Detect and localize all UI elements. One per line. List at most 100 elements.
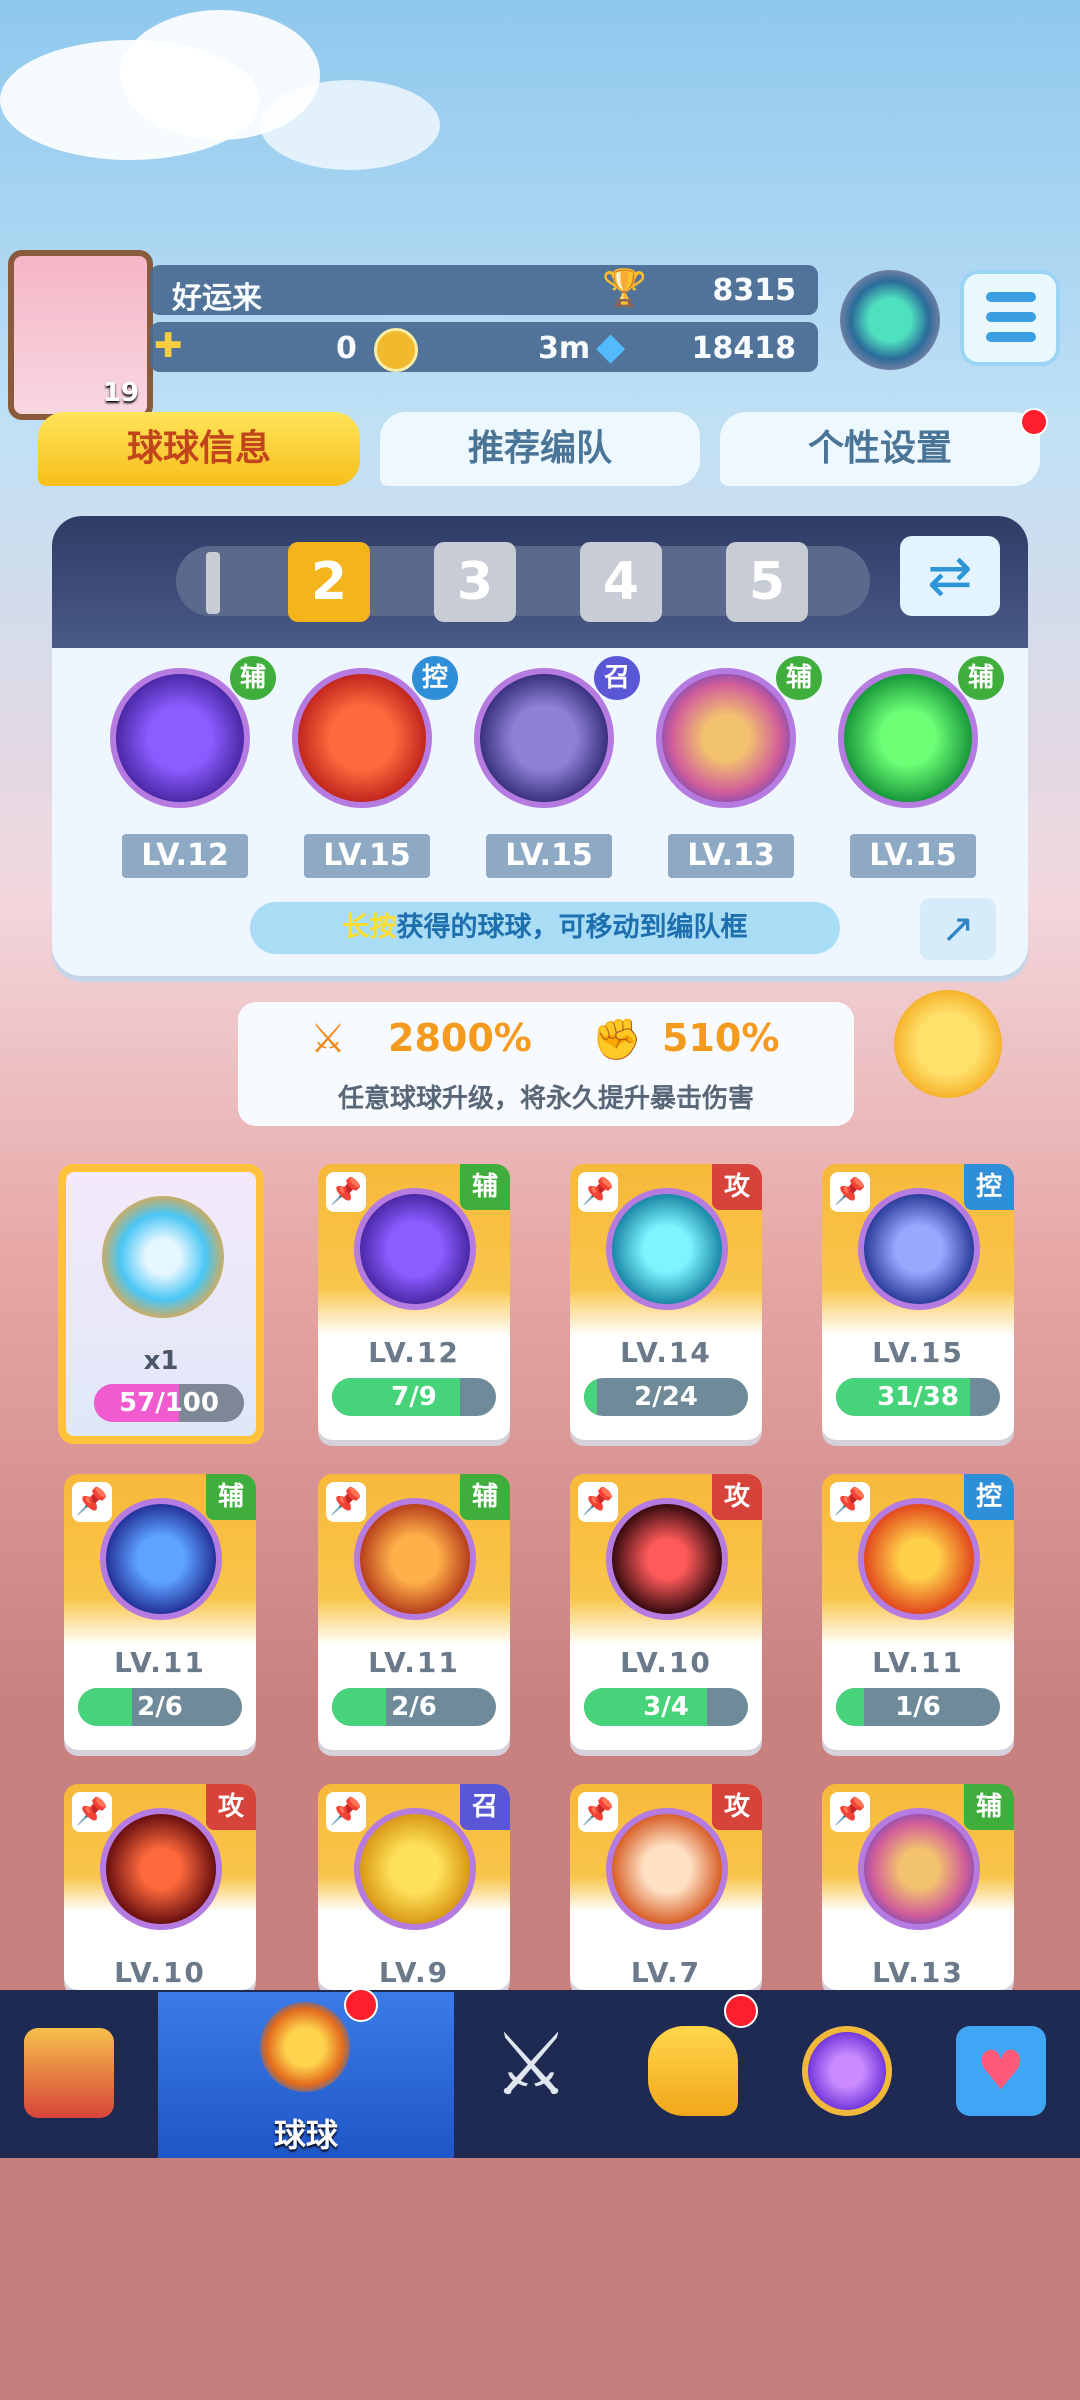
nav-whistle[interactable] (612, 1992, 764, 2158)
trophy-icon: 🏆 (602, 268, 647, 309)
hint-text: 获得的球球，可移动到编队框 (396, 912, 748, 943)
ball-icon (606, 1808, 728, 1930)
upgrade-hammer-icon[interactable] (894, 990, 1002, 1098)
card-progress-text: 3/4 (643, 1692, 689, 1722)
team-ball-lightning[interactable] (110, 668, 250, 808)
card-level: LV.11 (872, 1646, 964, 1679)
nav-shop[interactable] (0, 1992, 152, 2158)
card-tag: 攻 (712, 1164, 762, 1210)
ball-icon (858, 1808, 980, 1930)
team-level: LV.13 (668, 834, 794, 878)
card-level: LV.12 (368, 1336, 460, 1369)
resource-bar: ✚ 0 3m ◆ 18418 (150, 322, 818, 372)
ball-icon (606, 1188, 728, 1310)
card-progress-text: 2/24 (634, 1382, 698, 1412)
team-ball-clones[interactable] (656, 668, 796, 808)
special-count: x1 (143, 1346, 179, 1376)
nav-battle[interactable]: ⚔ (458, 1992, 610, 2158)
tab-personal-settings[interactable]: 个性设置 (720, 412, 1040, 486)
crit-damage-icon: ⚔ (310, 1016, 346, 1062)
nav-balls[interactable]: 球球 (158, 1988, 454, 2158)
slot-3[interactable]: 3 (434, 542, 516, 622)
pin-icon[interactable]: 📌 (830, 1482, 870, 1522)
pin-icon[interactable]: 📌 (830, 1172, 870, 1212)
rank-badge-icon[interactable] (840, 270, 940, 370)
ball-icon (606, 1498, 728, 1620)
balls-icon (260, 2002, 350, 2092)
pin-icon[interactable]: 📌 (326, 1792, 366, 1832)
card-tag: 辅 (460, 1164, 510, 1210)
pin-icon[interactable]: 📌 (72, 1792, 112, 1832)
special-card[interactable]: x1 57/100 (58, 1164, 264, 1444)
pin-icon[interactable]: 📌 (578, 1792, 618, 1832)
tab-recommended-team[interactable]: 推荐编队 (380, 412, 700, 486)
card-progress-text: 31/38 (877, 1382, 959, 1412)
team-ball-arrow[interactable] (838, 668, 978, 808)
pin-icon[interactable]: 📌 (326, 1172, 366, 1212)
share-icon[interactable]: ↗ (920, 898, 996, 960)
card-progress: 2/6 (78, 1688, 242, 1726)
pin-icon[interactable]: 📌 (578, 1172, 618, 1212)
ball-card[interactable]: 📌 辅 LV.12 7/9 (318, 1164, 510, 1440)
pin-icon[interactable]: 📌 (830, 1792, 870, 1832)
card-level: LV.13 (872, 1956, 964, 1989)
pin-icon[interactable]: 📌 (72, 1482, 112, 1522)
pin-icon[interactable]: 📌 (326, 1482, 366, 1522)
team-tag: 控 (412, 656, 458, 700)
card-level: LV.11 (368, 1646, 460, 1679)
nav-planet[interactable] (766, 1992, 918, 2158)
nav-social[interactable]: ♥ (920, 1992, 1080, 2158)
drag-hint: 长按获得的球球，可移动到编队框 (250, 902, 840, 954)
team-level: LV.15 (850, 834, 976, 878)
coin-icon[interactable] (374, 328, 418, 372)
timer-value: 3m (538, 331, 591, 366)
whistle-icon (648, 2026, 738, 2116)
ball-card[interactable]: 📌 辅 LV.11 2/6 (318, 1474, 510, 1750)
energy-count: 0 (336, 331, 357, 366)
ball-card[interactable]: 📌 辅 LV.11 2/6 (64, 1474, 256, 1750)
slot-5[interactable]: 5 (726, 542, 808, 622)
crit-stats-panel: ⚔ 2800% ✊ 510% 任意球球升级，将永久提升暴击伤害 (238, 1002, 854, 1126)
special-ball-icon (102, 1196, 224, 1318)
card-progress-text: 7/9 (391, 1382, 437, 1412)
ball-card[interactable]: 📌 召 LV.9 (318, 1784, 510, 1990)
ball-card[interactable]: 📌 辅 LV.13 (822, 1784, 1014, 1990)
ball-card[interactable]: 📌 控 LV.11 1/6 (822, 1474, 1014, 1750)
player-avatar[interactable]: 19 (8, 250, 153, 420)
notification-dot (1020, 408, 1048, 436)
team-ball-monkey[interactable] (292, 668, 432, 808)
trophy-count: 8315 (712, 273, 797, 308)
gem-count: 18418 (691, 331, 796, 366)
ball-card[interactable]: 📌 控 LV.15 31/38 (822, 1164, 1014, 1440)
card-level: LV.15 (872, 1336, 964, 1369)
tab-ball-info[interactable]: 球球信息 (38, 412, 360, 486)
gem-icon[interactable]: ◆ (596, 324, 625, 368)
ball-card[interactable]: 📌 攻 LV.7 (570, 1784, 762, 1990)
ball-icon (100, 1498, 222, 1620)
ball-icon (354, 1498, 476, 1620)
swap-icon[interactable]: ⇄ (900, 536, 1000, 616)
ball-card[interactable]: 📌 攻 LV.10 (64, 1784, 256, 1990)
team-tag: 辅 (776, 656, 822, 700)
ball-card[interactable]: 📌 攻 LV.14 2/24 (570, 1164, 762, 1440)
card-tag: 辅 (964, 1784, 1014, 1830)
slot-4[interactable]: 4 (580, 542, 662, 622)
nav-balls-label: 球球 (273, 2116, 338, 2154)
card-progress: 3/4 (584, 1688, 748, 1726)
ball-card[interactable]: 📌 攻 LV.10 3/4 (570, 1474, 762, 1750)
special-progress: 57/100 (94, 1384, 244, 1422)
crit-rate-icon: ✊ (592, 1017, 642, 1063)
slot-1[interactable] (206, 552, 220, 614)
cloud (260, 80, 440, 170)
card-progress: 2/6 (332, 1688, 496, 1726)
team-tag: 辅 (230, 656, 276, 700)
menu-button[interactable] (960, 270, 1060, 366)
slot-2[interactable]: 2 (288, 542, 370, 622)
player-name-bar: 好运来 🏆 8315 (150, 265, 818, 316)
team-level: LV.12 (122, 834, 248, 878)
team-ball-ghost[interactable] (474, 668, 614, 808)
pin-icon[interactable]: 📌 (578, 1482, 618, 1522)
team-level: LV.15 (304, 834, 430, 878)
card-progress: 2/24 (584, 1378, 748, 1416)
notification-dot (724, 1994, 758, 2028)
